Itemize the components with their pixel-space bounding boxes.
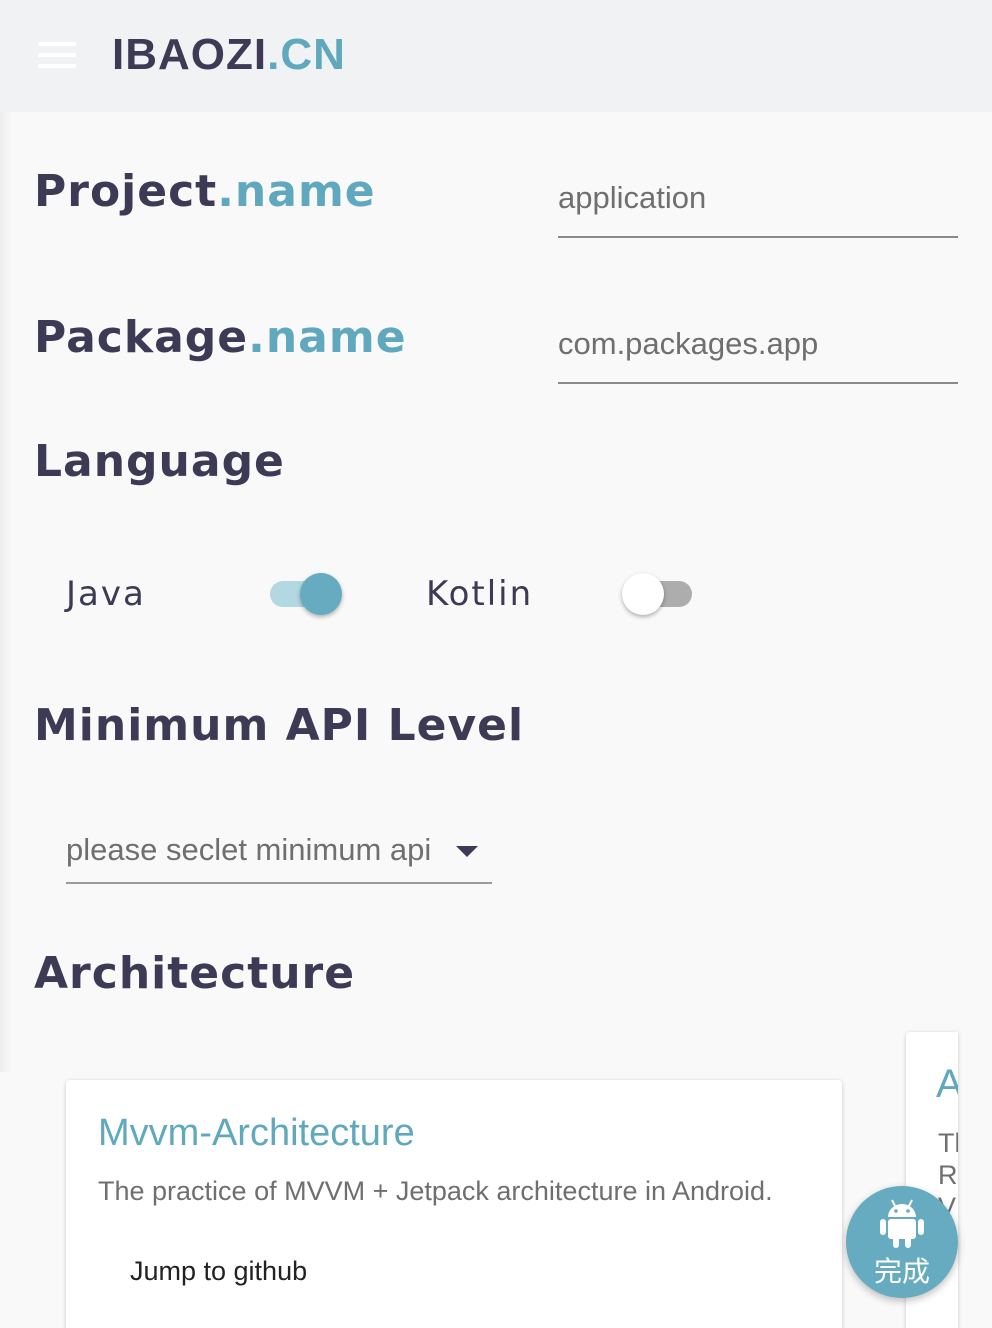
- drawer-edge-shadow: [0, 112, 12, 1072]
- card-title: Mvvm-Architecture: [98, 1112, 415, 1154]
- architecture-card[interactable]: Mvvm-Architecture The practice of MVVM +…: [66, 1080, 842, 1328]
- api-level-placeholder: please seclet minimum api: [66, 832, 432, 867]
- card-title: A: [936, 1062, 958, 1106]
- project-label-accent: .name: [217, 166, 376, 217]
- card-desc-line: Tl: [938, 1128, 958, 1158]
- kotlin-switch-knob: [622, 573, 664, 615]
- brand-logo: IBAOZI.CN: [112, 30, 346, 80]
- project-name-input[interactable]: [558, 178, 958, 218]
- architecture-title: Architecture: [34, 948, 356, 999]
- card-description: The practice of MVVM + Jetpack architect…: [98, 1176, 773, 1206]
- java-switch[interactable]: [266, 572, 342, 616]
- api-level-select[interactable]: please seclet minimum api: [66, 826, 492, 884]
- kotlin-switch[interactable]: [620, 572, 696, 616]
- package-name-input[interactable]: [558, 324, 958, 364]
- package-label-main: Package: [34, 312, 249, 363]
- android-icon: [880, 1199, 924, 1248]
- caret-down-icon: [456, 846, 478, 857]
- project-name-field: [558, 178, 958, 238]
- project-label-main: Project: [34, 166, 218, 217]
- jump-to-github-link[interactable]: Jump to github: [130, 1256, 307, 1287]
- package-name-field: [558, 324, 958, 384]
- project-name-label: Project.name: [34, 166, 376, 217]
- done-fab-button[interactable]: 完成: [846, 1186, 958, 1298]
- java-label: Java: [66, 574, 146, 614]
- kotlin-label: Kotlin: [426, 574, 534, 614]
- menu-icon[interactable]: [38, 42, 76, 68]
- card-desc-line: R: [938, 1160, 958, 1190]
- java-switch-knob: [300, 573, 342, 615]
- language-title: Language: [34, 436, 285, 487]
- app-bar: IBAOZI.CN: [0, 0, 992, 112]
- api-level-title: Minimum API Level: [34, 700, 525, 751]
- package-label-accent: .name: [248, 312, 407, 363]
- brand-accent: .CN: [267, 30, 346, 79]
- fab-label: 完成: [873, 1256, 930, 1287]
- package-name-label: Package.name: [34, 312, 407, 363]
- brand-main: IBAOZI: [112, 30, 268, 79]
